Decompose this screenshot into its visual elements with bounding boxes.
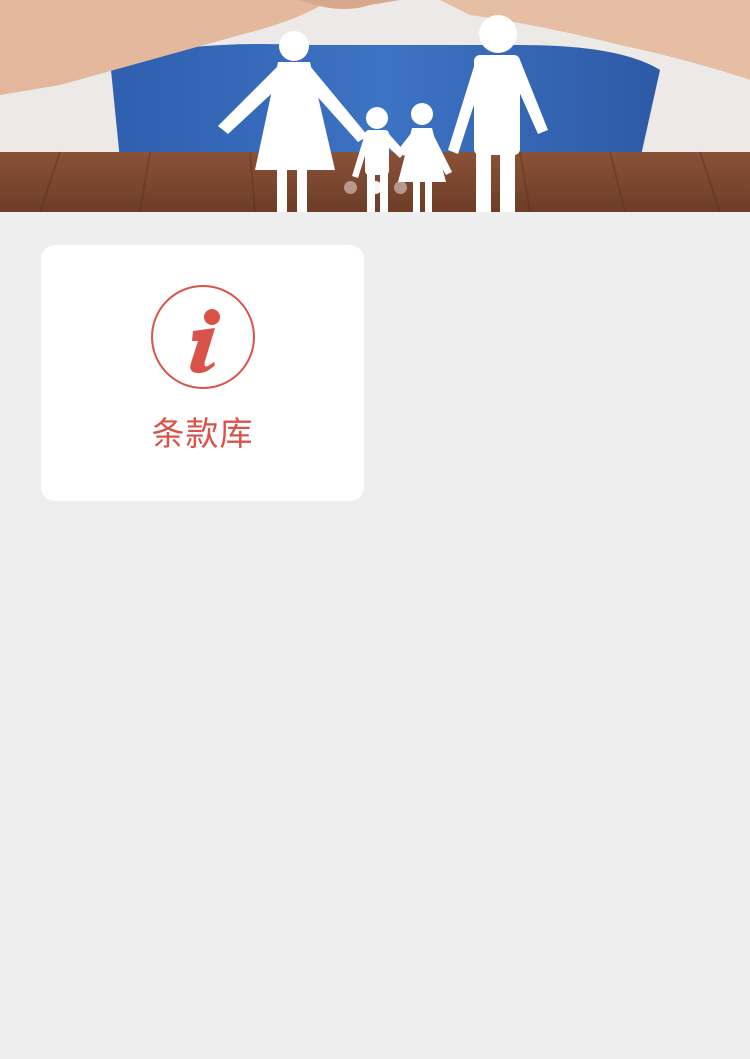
clause-library-tile[interactable]: 条款库 <box>41 245 364 501</box>
tile-label: 条款库 <box>151 414 254 453</box>
banner-carousel[interactable] <box>0 0 750 212</box>
carousel-dot-active[interactable] <box>368 181 382 194</box>
carousel-dot[interactable] <box>343 181 357 194</box>
carousel-indicators <box>0 181 750 195</box>
carousel-dot[interactable] <box>393 181 407 194</box>
info-icon <box>151 285 255 389</box>
